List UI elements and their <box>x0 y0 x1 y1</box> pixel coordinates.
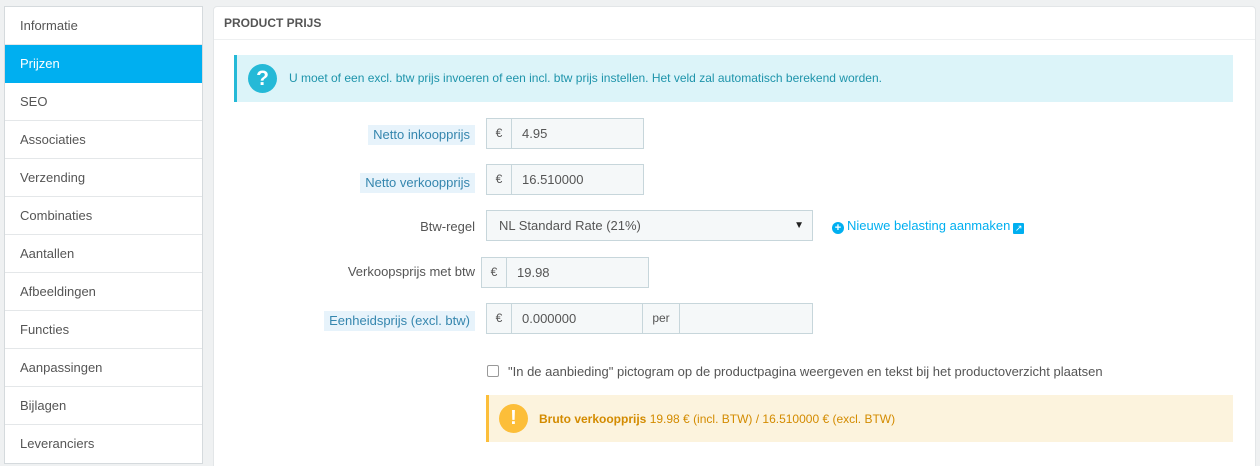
sidebar-item-bijlagen[interactable]: Bijlagen <box>5 387 202 425</box>
plus-circle-icon: + <box>832 222 844 234</box>
gross-price-values: 19.98 € (incl. BTW) / 16.510000 € (excl.… <box>646 412 896 426</box>
info-alert: ? U moet of een excl. btw prijs invoeren… <box>234 55 1233 102</box>
btw-regel-label: Btw-regel <box>420 219 475 234</box>
sidebar-item-verzending[interactable]: Verzending <box>5 159 202 197</box>
netto-inkoop-group: € 4.95 <box>486 118 644 149</box>
product-price-panel: PRODUCT PRIJS ? U moet of een excl. btw … <box>213 6 1256 466</box>
caret-down-icon: ▼ <box>794 220 804 231</box>
netto-verkoop-input[interactable]: 16.510000 <box>512 165 643 194</box>
sidebar-item-informatie[interactable]: Informatie <box>5 7 202 45</box>
eenheidsprijs-input[interactable]: 0.000000 <box>512 304 643 333</box>
exclamation-icon: ! <box>499 404 528 433</box>
currency-addon: € <box>487 304 512 333</box>
currency-addon: € <box>487 165 512 194</box>
new-tax-link-label: Nieuwe belasting aanmaken <box>847 218 1011 233</box>
gross-price-title: Bruto verkoopprijs <box>539 412 647 426</box>
per-addon: per <box>643 304 680 333</box>
netto-verkoop-group: € 16.510000 <box>486 164 644 195</box>
on-sale-checkbox[interactable] <box>487 365 499 377</box>
currency-addon: € <box>487 119 512 148</box>
product-tabs-sidebar: Informatie Prijzen SEO Associaties Verze… <box>4 6 203 464</box>
btw-regel-selected: NL Standard Rate (21%) <box>499 218 641 233</box>
sidebar-item-aantallen[interactable]: Aantallen <box>5 235 202 273</box>
sidebar-item-leveranciers[interactable]: Leveranciers <box>5 425 202 463</box>
netto-inkoop-input[interactable]: 4.95 <box>512 119 643 148</box>
sidebar-item-functies[interactable]: Functies <box>5 311 202 349</box>
sidebar-item-prijzen[interactable]: Prijzen <box>5 45 202 83</box>
gross-price-alert: ! Bruto verkoopprijs 19.98 € (incl. BTW)… <box>486 395 1233 442</box>
verkoop-btw-group: € 19.98 <box>481 257 649 288</box>
info-alert-text: U moet of een excl. btw prijs invoeren o… <box>289 71 882 85</box>
new-tax-link[interactable]: + Nieuwe belasting aanmaken ↗ <box>832 218 1025 234</box>
panel-title: PRODUCT PRIJS <box>214 7 1255 40</box>
verkoop-btw-input[interactable]: 19.98 <box>507 258 648 287</box>
question-icon: ? <box>248 64 277 93</box>
on-sale-label[interactable]: "In de aanbieding" pictogram op de produ… <box>508 364 1103 379</box>
netto-inkoop-label: Netto inkoopprijs <box>368 125 475 145</box>
sidebar-item-seo[interactable]: SEO <box>5 83 202 121</box>
verkoop-btw-label: Verkoopsprijs met btw <box>347 264 475 279</box>
sidebar-item-afbeeldingen[interactable]: Afbeeldingen <box>5 273 202 311</box>
sidebar-item-aanpassingen[interactable]: Aanpassingen <box>5 349 202 387</box>
external-link-icon: ↗ <box>1013 223 1025 234</box>
eenheidsprijs-group: € 0.000000 per <box>486 303 813 334</box>
eenheidsprijs-label: Eenheidsprijs (excl. btw) <box>324 311 475 331</box>
unit-input[interactable] <box>680 304 812 333</box>
netto-verkoop-label: Netto verkoopprijs <box>360 173 475 193</box>
sidebar-item-associaties[interactable]: Associaties <box>5 121 202 159</box>
currency-addon: € <box>482 258 507 287</box>
btw-regel-select[interactable]: NL Standard Rate (21%) ▼ <box>486 210 813 241</box>
sidebar-item-combinaties[interactable]: Combinaties <box>5 197 202 235</box>
gross-price-text: Bruto verkoopprijs 19.98 € (incl. BTW) /… <box>539 412 895 426</box>
